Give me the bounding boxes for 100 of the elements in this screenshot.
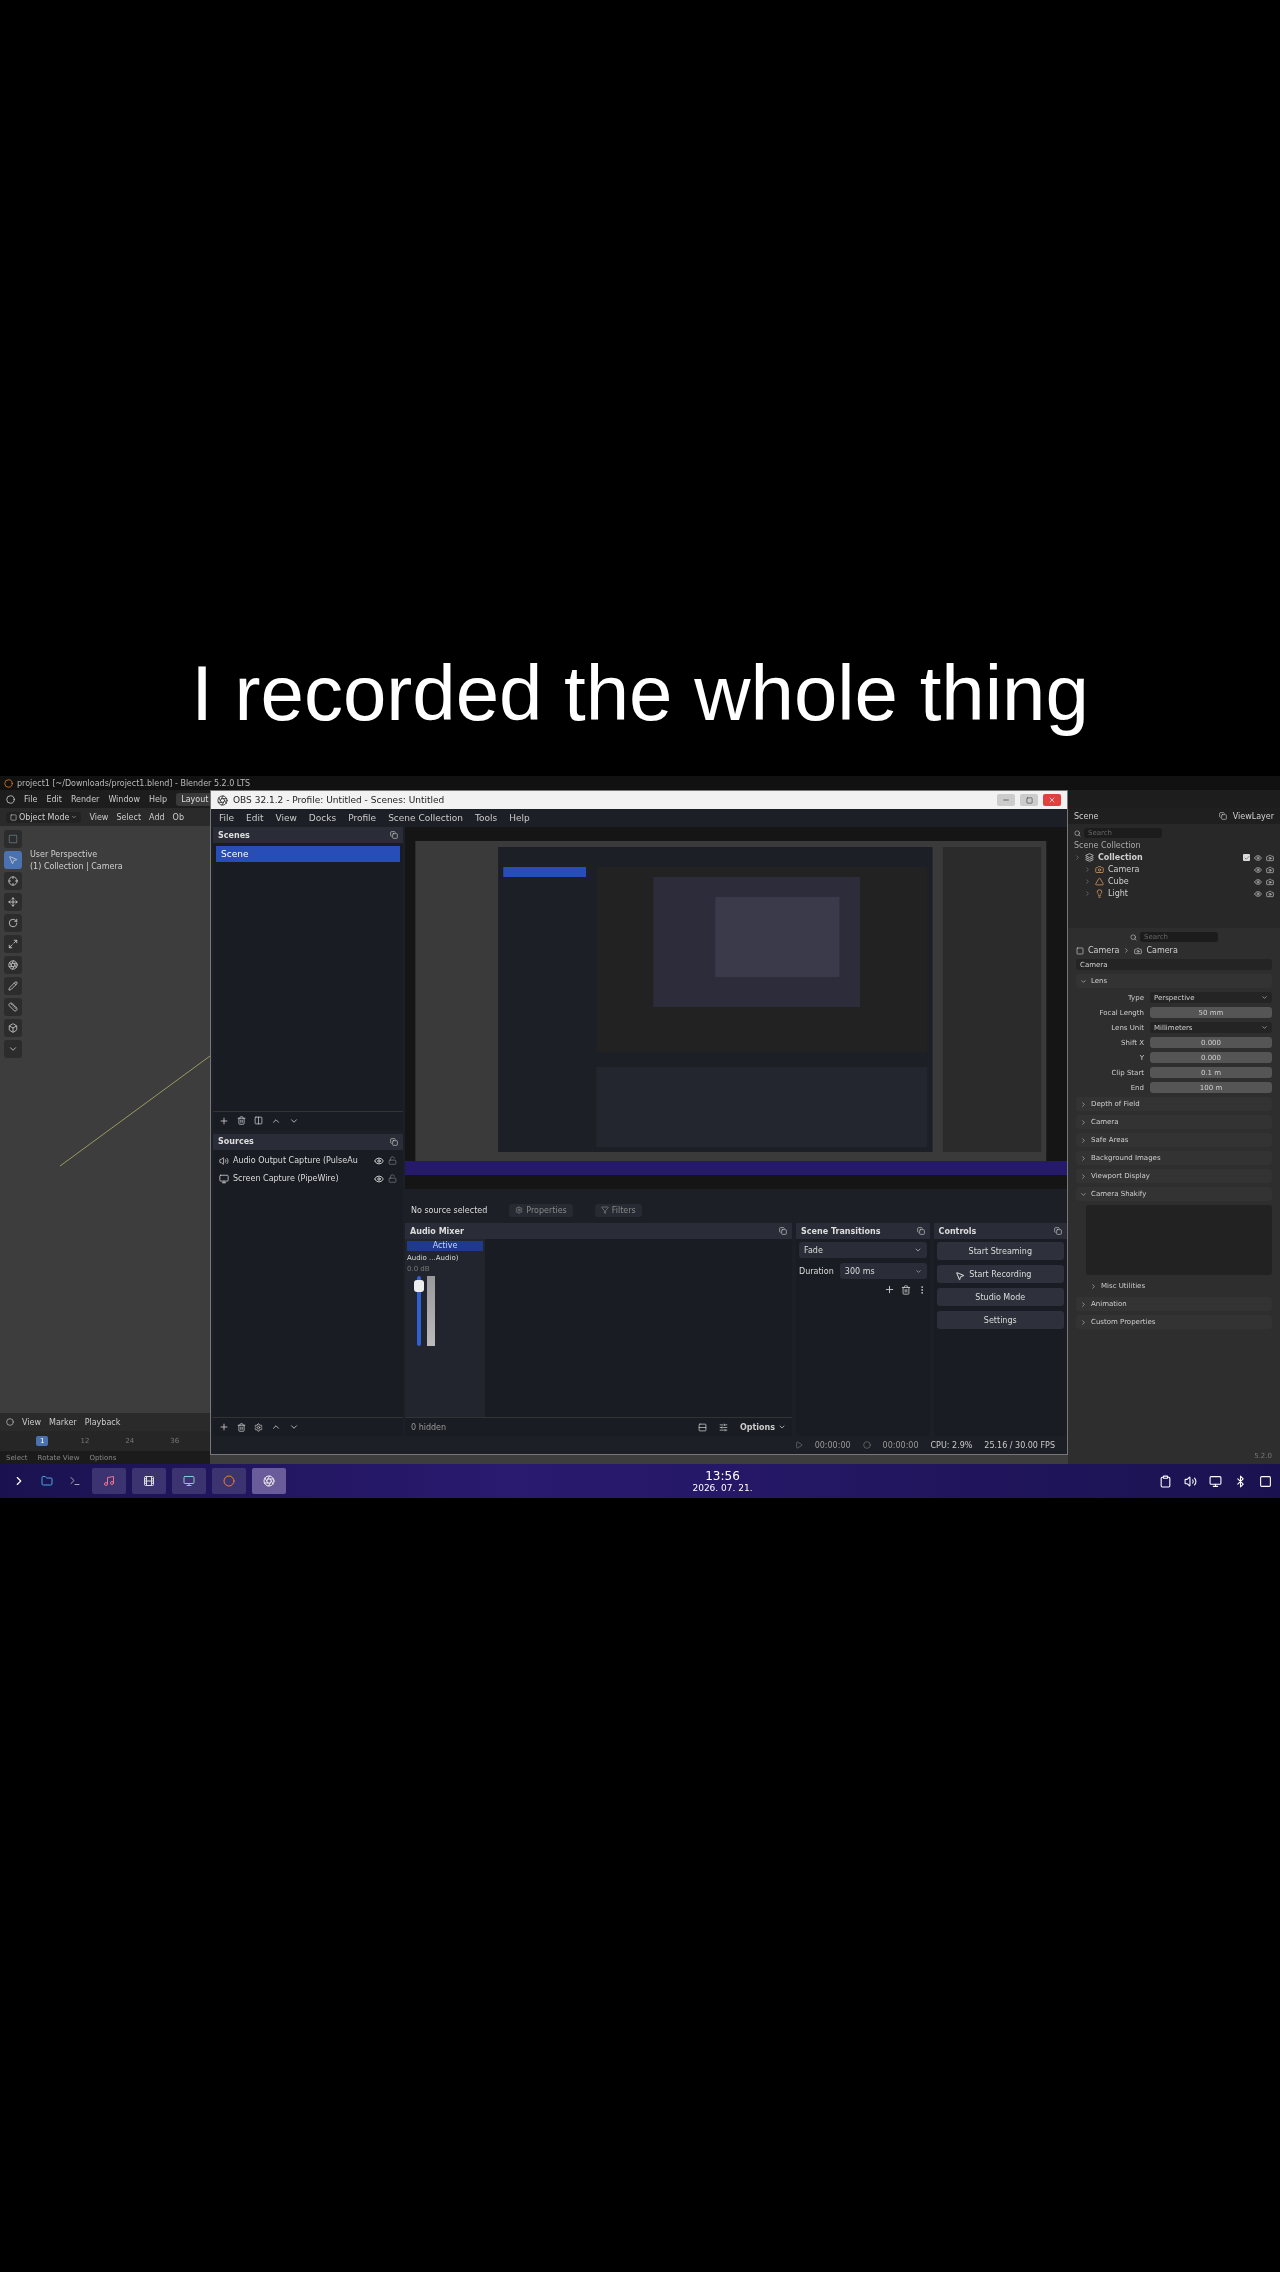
volume-slider-thumb[interactable] xyxy=(414,1280,424,1293)
search-icon xyxy=(1074,829,1081,837)
menu-item[interactable]: View xyxy=(275,813,297,823)
control-button[interactable]: Settings xyxy=(936,1311,1064,1329)
menu-item[interactable]: Tools xyxy=(474,813,498,823)
menu-item[interactable]: Marker xyxy=(49,1417,77,1427)
dock-title: Scene Transitions xyxy=(801,1226,881,1236)
volume-slider[interactable] xyxy=(417,1276,421,1346)
close-button[interactable] xyxy=(1043,794,1061,806)
checkbox[interactable] xyxy=(1243,854,1250,861)
mixer-settings-icon[interactable] xyxy=(719,1422,728,1432)
volume-icon[interactable] xyxy=(1184,1474,1197,1488)
menu-item[interactable]: View xyxy=(22,1417,41,1427)
lock-icon[interactable] xyxy=(388,1174,397,1183)
transform-icon xyxy=(8,960,18,970)
trash-icon[interactable] xyxy=(237,1116,246,1125)
network-icon[interactable] xyxy=(1209,1474,1222,1488)
menu-item[interactable]: Add xyxy=(149,812,165,822)
view-layer-selector[interactable]: ViewLayer xyxy=(1232,811,1274,821)
bluetooth-icon[interactable] xyxy=(1234,1474,1247,1488)
menu-item[interactable]: Profile xyxy=(348,813,377,823)
menu-item[interactable]: File xyxy=(24,794,38,804)
triangle-icon xyxy=(1095,877,1104,886)
move-down-icon[interactable] xyxy=(289,1422,299,1432)
tool-button[interactable] xyxy=(4,914,22,932)
control-button[interactable]: Start Recording xyxy=(936,1265,1064,1283)
tool-button[interactable] xyxy=(4,977,22,995)
chevron-icon xyxy=(8,1044,18,1054)
add-icon[interactable] xyxy=(883,1284,895,1295)
menu-item[interactable]: Ob xyxy=(172,812,184,822)
record-status-icon xyxy=(862,1441,871,1449)
monitor-icon xyxy=(219,1173,229,1184)
tool-button[interactable] xyxy=(4,935,22,953)
add-icon[interactable] xyxy=(219,1422,229,1432)
menu-item[interactable]: Render xyxy=(70,794,100,804)
tool-button[interactable] xyxy=(4,1019,22,1037)
menu-item[interactable]: Help xyxy=(148,794,168,804)
add-icon[interactable] xyxy=(219,1115,229,1126)
outliner-item[interactable]: Camera xyxy=(1108,865,1140,874)
menu-item[interactable]: Window xyxy=(108,794,140,804)
source-item[interactable]: Audio Output Capture (PulseAu xyxy=(233,1156,370,1165)
outliner-item[interactable]: Scene Collection xyxy=(1074,841,1141,850)
layout-icon[interactable] xyxy=(698,1422,707,1432)
duration-field[interactable]: 300 ms xyxy=(839,1263,927,1279)
mode-dropdown[interactable]: Object Mode xyxy=(6,811,82,823)
outliner-item[interactable]: Cube xyxy=(1108,877,1129,886)
task-button[interactable] xyxy=(252,1468,286,1494)
stream-time: 00:00:00 xyxy=(814,1440,851,1450)
eye-icon[interactable] xyxy=(374,1173,384,1184)
eye-icon[interactable] xyxy=(374,1155,384,1166)
tool-button[interactable] xyxy=(4,893,22,911)
show-desktop-icon[interactable] xyxy=(1259,1474,1272,1488)
menu-item[interactable]: Edit xyxy=(46,794,62,804)
filters-button[interactable]: Filters xyxy=(594,1203,642,1217)
eye-icon xyxy=(1254,865,1262,874)
menu-item[interactable]: Scene Collection xyxy=(388,813,463,823)
lock-icon[interactable] xyxy=(388,1156,397,1165)
menu-item[interactable]: Select xyxy=(116,812,142,822)
camera-icon xyxy=(1266,889,1274,898)
minimize-icon xyxy=(1002,796,1010,804)
properties-button[interactable]: Properties xyxy=(509,1203,573,1217)
menu-item[interactable]: File xyxy=(219,813,235,823)
control-button[interactable]: Studio Mode xyxy=(936,1288,1064,1306)
trash-icon[interactable] xyxy=(900,1284,911,1295)
menu-item[interactable]: Help xyxy=(509,813,530,823)
source-item[interactable]: Screen Capture (PipeWire) xyxy=(233,1174,370,1183)
music-icon xyxy=(103,1475,115,1487)
task-button[interactable] xyxy=(172,1468,206,1494)
move-up-icon[interactable] xyxy=(271,1422,281,1432)
trash-icon[interactable] xyxy=(237,1422,246,1432)
breadcrumb-item[interactable]: Camera xyxy=(1146,946,1178,955)
settings-icon[interactable] xyxy=(254,1422,263,1432)
menu-item[interactable]: Playback xyxy=(84,1417,121,1427)
camera-icon xyxy=(1095,865,1104,874)
transition-dropdown[interactable]: Fade xyxy=(799,1242,927,1258)
control-button[interactable]: Start Streaming xyxy=(936,1242,1064,1260)
clipboard-icon[interactable] xyxy=(1159,1474,1172,1488)
camera-icon xyxy=(1266,865,1274,874)
dock-title: Sources xyxy=(218,1137,254,1146)
ruler-icon xyxy=(8,1002,18,1012)
outliner-item[interactable]: Light xyxy=(1108,889,1128,898)
viewport-label: (1) Collection | Camera xyxy=(30,862,123,871)
task-button[interactable] xyxy=(132,1468,166,1494)
rotate-icon xyxy=(8,918,18,928)
menu-item[interactable]: Edit xyxy=(246,813,264,823)
menu-item[interactable]: View xyxy=(89,812,109,822)
tool-button[interactable] xyxy=(4,851,22,869)
scene-selector[interactable]: Scene xyxy=(1074,811,1099,821)
tool-button[interactable] xyxy=(4,872,22,890)
options-button[interactable]: Options xyxy=(740,1422,787,1432)
menu-item[interactable]: Docks xyxy=(308,813,337,823)
folder-icon xyxy=(41,1475,53,1487)
breadcrumb-item[interactable]: Camera xyxy=(1088,946,1120,955)
monitor-icon xyxy=(183,1475,195,1487)
window-title: OBS 32.1.2 - Profile: Untitled - Scenes: Untitled xyxy=(233,795,445,805)
tool-button[interactable] xyxy=(4,998,22,1016)
tool-button[interactable] xyxy=(4,956,22,974)
scene-item[interactable]: Scene xyxy=(216,846,400,862)
film-icon xyxy=(143,1475,155,1487)
outliner-item[interactable]: Collection xyxy=(1098,853,1143,862)
